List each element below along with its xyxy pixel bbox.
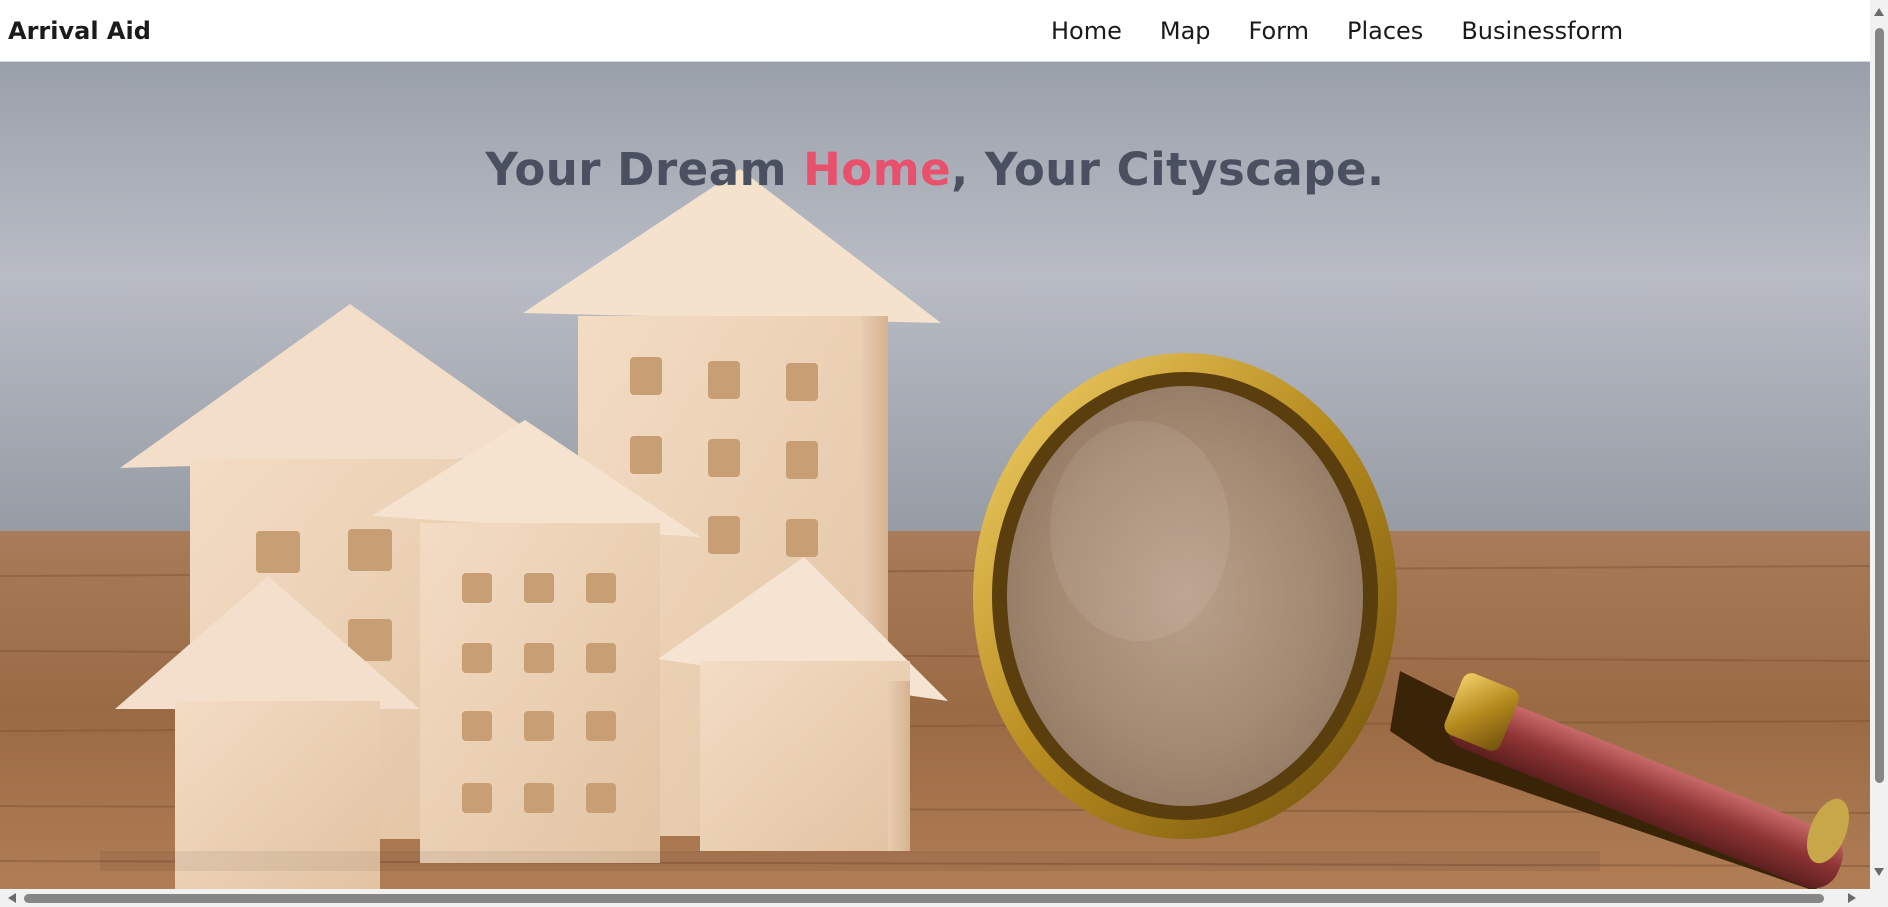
hero-section: Your Dream Home, Your Cityscape. <box>0 61 1870 889</box>
scroll-up-icon[interactable] <box>1874 8 1884 16</box>
nav-home[interactable]: Home <box>1032 17 1141 45</box>
nav-map[interactable]: Map <box>1141 17 1230 45</box>
hero-title-after: , Your Cityscape. <box>951 143 1385 197</box>
hero-title: Your Dream Home, Your Cityscape. <box>0 143 1870 196</box>
magnifier-lens <box>973 353 1397 839</box>
scroll-left-icon[interactable] <box>8 893 16 903</box>
nav-form[interactable]: Form <box>1230 17 1328 45</box>
nav-places[interactable]: Places <box>1328 17 1442 45</box>
nav-links: Home Map Form Places Businessform <box>1032 17 1642 45</box>
hero-title-accent: Home <box>803 143 952 197</box>
top-navbar: Arrival Aid Home Map Form Places Busines… <box>0 0 1870 62</box>
table-shadow <box>100 851 1600 871</box>
browser-viewport: Arrival Aid Home Map Form Places Busines… <box>0 0 1888 907</box>
scroll-down-icon[interactable] <box>1874 868 1884 876</box>
brand-logo[interactable]: Arrival Aid <box>8 17 151 45</box>
horizontal-scroll-thumb[interactable] <box>24 894 1824 903</box>
vertical-scroll-thumb[interactable] <box>1875 28 1884 783</box>
nav-businessform[interactable]: Businessform <box>1442 17 1642 45</box>
horizontal-scrollbar[interactable] <box>0 889 1888 907</box>
hero-title-before: Your Dream <box>485 143 804 197</box>
vertical-scrollbar[interactable] <box>1870 0 1888 889</box>
scroll-right-icon[interactable] <box>1848 893 1856 903</box>
